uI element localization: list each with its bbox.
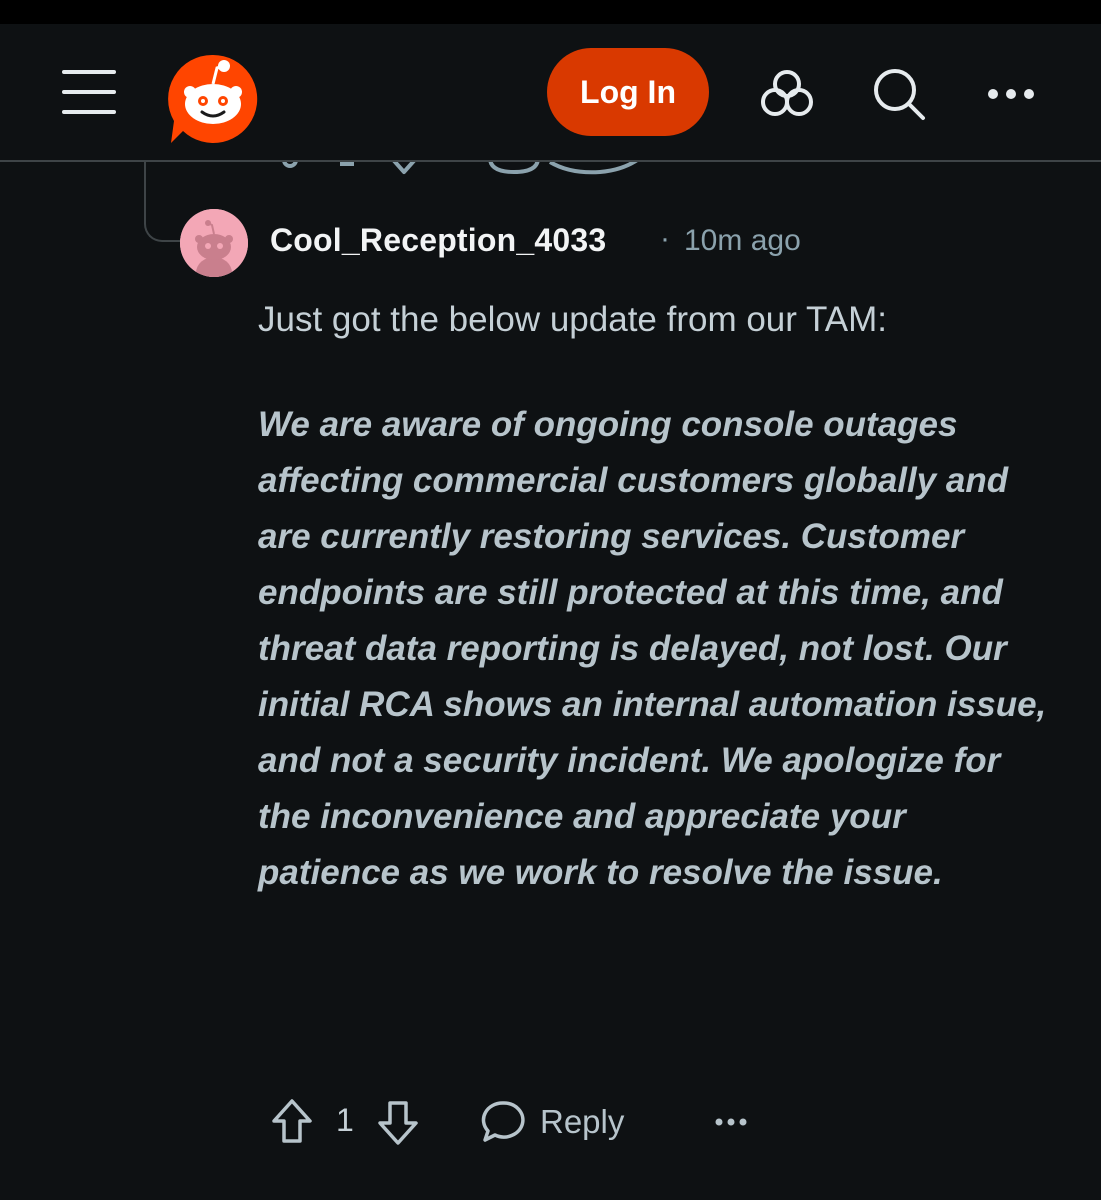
vote-count: 1 — [336, 1102, 354, 1138]
page: Log In Cool_Reception_4033 · 10m ago Jus… — [0, 0, 1101, 1200]
app-header: Log In — [0, 24, 1101, 162]
upvote-icon[interactable] — [270, 1092, 314, 1152]
search-icon[interactable] — [871, 66, 927, 122]
comment-author[interactable]: Cool_Reception_4033 — [270, 222, 606, 259]
comment-actions: 1 Reply — [258, 1092, 778, 1152]
hamburger-icon[interactable] — [62, 70, 116, 114]
meta-separator: · — [660, 222, 670, 255]
thread-line — [144, 160, 186, 242]
comment-timestamp: 10m ago — [684, 224, 801, 257]
reply-label: Reply — [540, 1103, 625, 1140]
comment-quote: We are aware of ongoing console outages … — [258, 405, 1047, 892]
avatar[interactable] — [180, 209, 248, 277]
login-button[interactable]: Log In — [547, 48, 709, 136]
comment-more-icon[interactable] — [714, 1092, 748, 1152]
downvote-icon[interactable] — [376, 1092, 420, 1152]
reddit-logo[interactable] — [166, 52, 260, 146]
more-icon[interactable] — [983, 66, 1039, 122]
status-bar — [0, 0, 1101, 24]
explore-icon[interactable] — [759, 66, 815, 122]
reply-button[interactable]: Reply — [480, 1092, 624, 1152]
comment-intro: Just got the below update from our TAM: — [258, 300, 888, 339]
